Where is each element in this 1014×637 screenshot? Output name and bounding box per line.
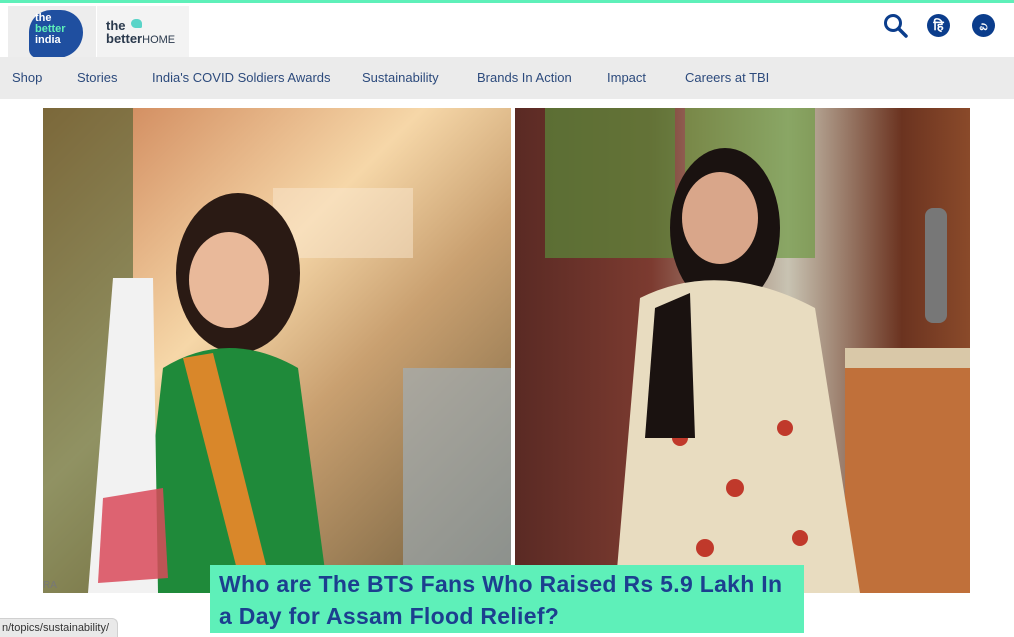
nav-item-brands-in-action[interactable]: Brands In Action [477, 70, 572, 85]
image-credit: RA [43, 580, 57, 591]
nav-item-sustainability[interactable]: Sustainability [362, 70, 439, 85]
featured-image[interactable] [43, 108, 970, 593]
logo-line-3: india [35, 34, 61, 46]
the-better-home-logo[interactable]: the betterHOME [97, 6, 189, 59]
logo-text: the better india [35, 13, 66, 46]
nav-item-covid-soldiers-awards[interactable]: India's COVID Soldiers Awards [152, 70, 331, 85]
hindi-language-icon[interactable]: हि [927, 14, 950, 37]
nav-item-stories[interactable]: Stories [77, 70, 117, 85]
status-bar-url: n/topics/sustainability/ [0, 618, 118, 637]
search-icon[interactable] [883, 13, 909, 39]
article-headline[interactable]: Who are The BTS Fans Who Raised Rs 5.9 L… [219, 568, 799, 632]
better-home-word-2: better [106, 31, 143, 46]
nav-item-impact[interactable]: Impact [607, 70, 646, 85]
photo-left-woman-green-mekhela [43, 108, 511, 593]
nav-item-shop[interactable]: Shop [12, 70, 42, 85]
kannada-language-icon[interactable]: ಎ [972, 14, 995, 37]
site-header: the better india the betterHOME हि ಎ [0, 3, 1014, 59]
photo-right-woman-mekhela-sador [515, 108, 970, 593]
better-home-text: the betterHOME [106, 19, 175, 47]
better-home-word-3: HOME [142, 34, 176, 46]
nav-item-careers[interactable]: Careers at TBI [685, 70, 769, 85]
the-better-india-logo[interactable]: the better india [8, 6, 96, 59]
main-navigation: Shop Stories India's COVID Soldiers Awar… [0, 57, 1014, 99]
headline-box[interactable]: Who are The BTS Fans Who Raised Rs 5.9 L… [210, 565, 804, 633]
